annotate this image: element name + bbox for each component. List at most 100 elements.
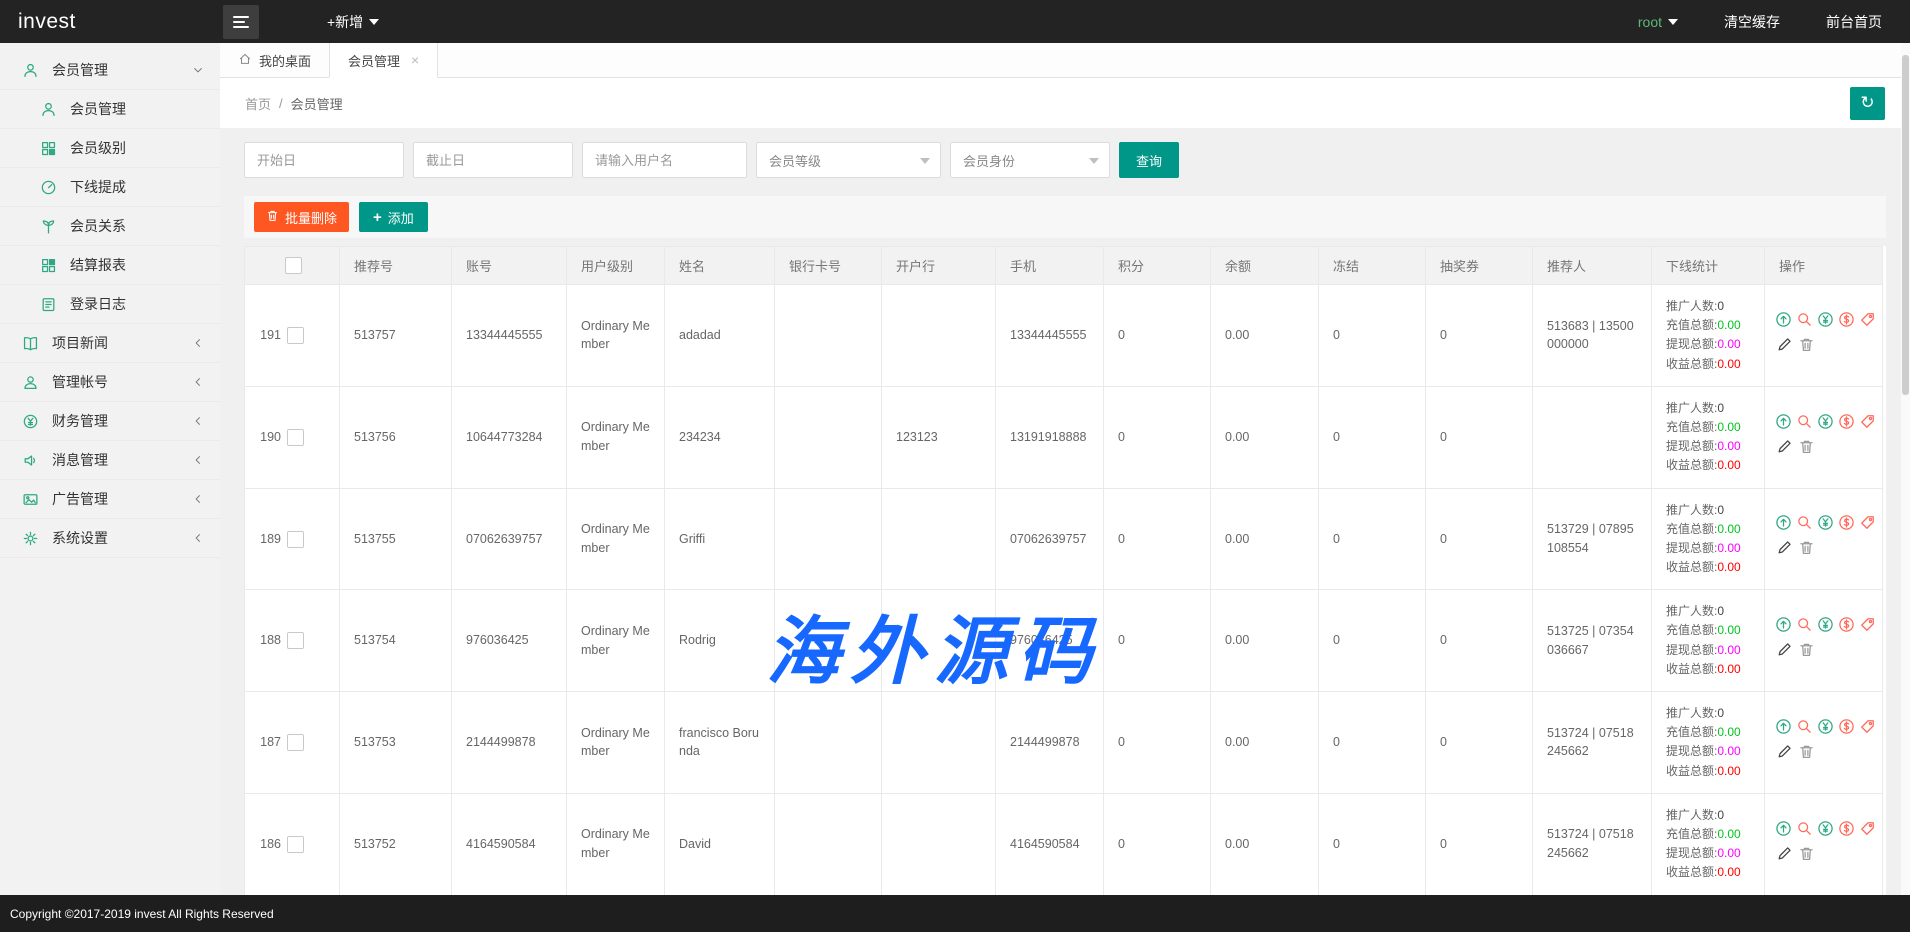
cell-balance: 0.00 (1211, 590, 1319, 692)
delete-icon[interactable] (1797, 641, 1815, 659)
sidebar-item-downline-commission[interactable]: 下线提成 (0, 168, 220, 207)
sidebar-item-settlement-report[interactable]: 结算报表 (0, 246, 220, 285)
tag-icon[interactable] (1859, 616, 1876, 634)
delete-icon[interactable] (1797, 844, 1815, 862)
username-input[interactable] (582, 142, 747, 178)
stat-value: 0.00 (1717, 827, 1740, 841)
row-checkbox[interactable] (287, 429, 304, 446)
refresh-button[interactable]: ↻ (1850, 87, 1885, 120)
cell-name: adadad (665, 285, 775, 387)
stat-label: 推广人数: (1666, 401, 1717, 415)
scrollbar-thumb[interactable] (1902, 55, 1909, 395)
search-icon[interactable] (1796, 819, 1813, 837)
tag-icon[interactable] (1859, 412, 1876, 430)
delete-icon[interactable] (1797, 742, 1815, 760)
delete-icon[interactable] (1797, 335, 1815, 353)
row-checkbox[interactable] (287, 327, 304, 344)
close-icon[interactable]: × (411, 52, 419, 68)
yen-icon[interactable] (1817, 717, 1834, 735)
sidebar-item-project-news[interactable]: 项目新闻 (0, 324, 220, 363)
yen-icon[interactable] (1817, 616, 1834, 634)
cell-frozen: 0 (1319, 793, 1426, 895)
row-checkbox[interactable] (287, 734, 304, 751)
sidebar-item-system-settings[interactable]: 系统设置 (0, 519, 220, 558)
stat-recharge: 充值总额:0.00 (1666, 520, 1750, 539)
search-icon[interactable] (1796, 514, 1813, 532)
stat-promoters: 推广人数:0 (1666, 399, 1750, 418)
dollar-icon[interactable] (1838, 819, 1855, 837)
tag-icon[interactable] (1859, 717, 1876, 735)
edit-icon[interactable] (1775, 641, 1793, 659)
stat-recharge: 充值总额:0.00 (1666, 825, 1750, 844)
search-icon[interactable] (1796, 412, 1813, 430)
batch-delete-button[interactable]: 批量删除 (254, 202, 349, 232)
member-level-select[interactable]: 会员等级 (756, 142, 941, 178)
promote-icon[interactable] (1775, 616, 1792, 634)
chevron-down-icon (1089, 158, 1099, 164)
dollar-icon[interactable] (1838, 310, 1855, 328)
dollar-icon[interactable] (1838, 616, 1855, 634)
sidebar-item-member-level[interactable]: 会员级别 (0, 129, 220, 168)
edit-icon[interactable] (1775, 437, 1793, 455)
sidebar-item-message-management[interactable]: 消息管理 (0, 441, 220, 480)
row-checkbox[interactable] (287, 531, 304, 548)
edit-icon[interactable] (1775, 742, 1793, 760)
sidebar-item-admin-account[interactable]: 管理帐号 (0, 363, 220, 402)
sidebar-item-member-management[interactable]: 会员管理 (0, 51, 220, 90)
tag-icon[interactable] (1859, 310, 1876, 328)
select-all-checkbox[interactable] (285, 257, 302, 274)
promote-icon[interactable] (1775, 412, 1792, 430)
ops-line-1 (1775, 310, 1872, 328)
promote-icon[interactable] (1775, 310, 1792, 328)
user-dropdown[interactable]: root (1638, 14, 1678, 30)
promote-icon[interactable] (1775, 717, 1792, 735)
stat-label: 提现总额: (1666, 337, 1717, 351)
search-icon[interactable] (1796, 310, 1813, 328)
delete-icon[interactable] (1797, 539, 1815, 557)
breadcrumb-home[interactable]: 首页 (245, 94, 271, 113)
edit-icon[interactable] (1775, 539, 1793, 557)
search-icon[interactable] (1796, 717, 1813, 735)
sidebar-item-login-log[interactable]: 登录日志 (0, 285, 220, 324)
tag-icon[interactable] (1859, 819, 1876, 837)
tab-my-desktop[interactable]: 我的桌面 (220, 43, 329, 77)
yen-icon[interactable] (1817, 819, 1834, 837)
dollar-icon[interactable] (1838, 514, 1855, 532)
scrollbar[interactable] (1901, 43, 1910, 895)
yen-icon[interactable] (1817, 412, 1834, 430)
table-header-row: 推荐号账号用户级别姓名银行卡号开户行手机积分余额冻结抽奖券推荐人下线统计操作 (245, 247, 1883, 285)
tab-member-management[interactable]: 会员管理 × (329, 43, 438, 78)
start-date-input[interactable] (244, 142, 404, 178)
menu-toggle-icon[interactable] (223, 5, 259, 39)
clear-cache-link[interactable]: 清空缓存 (1724, 12, 1780, 32)
sidebar-item-member-relation[interactable]: 会员关系 (0, 207, 220, 246)
front-home-link[interactable]: 前台首页 (1826, 12, 1882, 32)
stat-promoters: 推广人数:0 (1666, 501, 1750, 520)
cell-points: 0 (1104, 386, 1211, 488)
add-new-dropdown[interactable]: +新增 (327, 12, 379, 32)
yen-icon[interactable] (1817, 514, 1834, 532)
column-header-referrer: 推荐人 (1533, 247, 1652, 285)
search-button[interactable]: 查询 (1119, 142, 1179, 178)
edit-icon[interactable] (1775, 844, 1793, 862)
end-date-input[interactable] (413, 142, 573, 178)
sidebar-item-finance-management[interactable]: 财务管理 (0, 402, 220, 441)
row-checkbox[interactable] (287, 836, 304, 853)
cell-bank (882, 488, 996, 590)
ops-line-1 (1775, 412, 1872, 430)
dollar-icon[interactable] (1838, 412, 1855, 430)
promote-icon[interactable] (1775, 819, 1792, 837)
edit-icon[interactable] (1775, 335, 1793, 353)
cell-ops (1765, 692, 1883, 794)
search-icon[interactable] (1796, 616, 1813, 634)
row-checkbox[interactable] (287, 632, 304, 649)
promote-icon[interactable] (1775, 514, 1792, 532)
sidebar-item-ad-management[interactable]: 广告管理 (0, 480, 220, 519)
tag-icon[interactable] (1859, 514, 1876, 532)
member-identity-select[interactable]: 会员身份 (950, 142, 1110, 178)
add-button[interactable]: + 添加 (359, 202, 428, 232)
yen-icon[interactable] (1817, 310, 1834, 328)
sidebar-item-member-management-sub[interactable]: 会员管理 (0, 90, 220, 129)
dollar-icon[interactable] (1838, 717, 1855, 735)
delete-icon[interactable] (1797, 437, 1815, 455)
